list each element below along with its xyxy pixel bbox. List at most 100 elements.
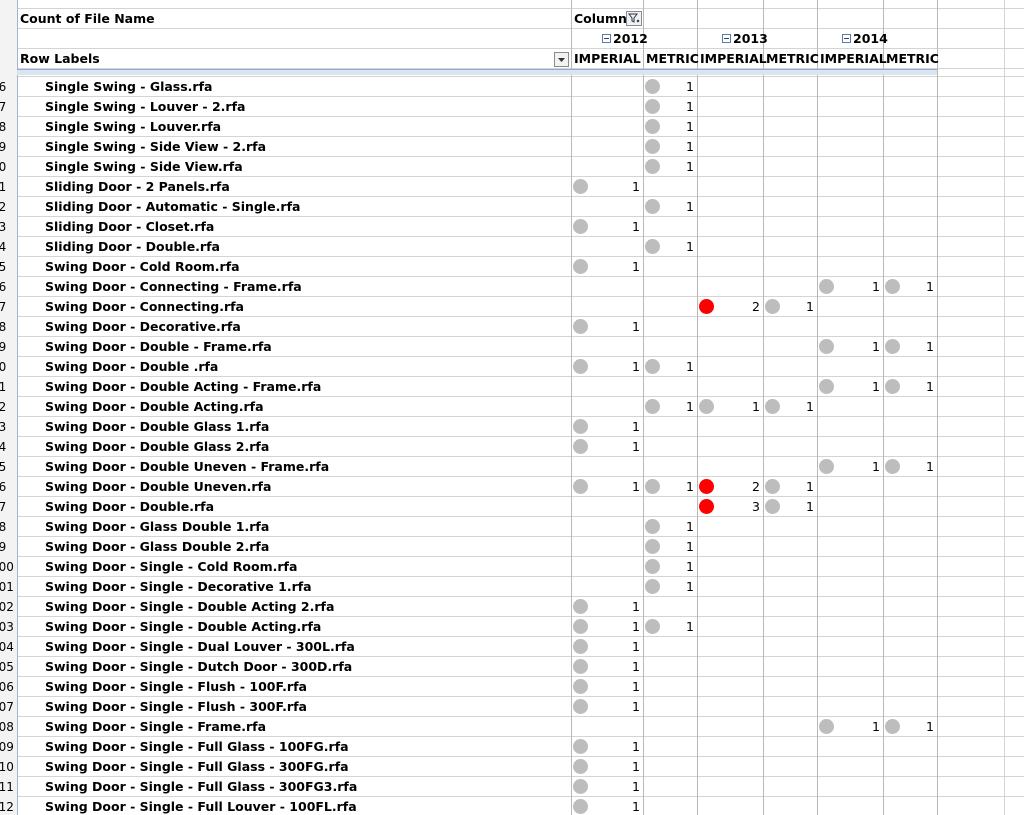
row-labels-dropdown[interactable] — [554, 52, 569, 67]
row-number[interactable]: 84 — [0, 237, 16, 257]
row-number[interactable]: 87 — [0, 297, 16, 317]
row-label[interactable]: Swing Door - Double - Frame.rfa — [45, 337, 272, 357]
row-label[interactable]: Sliding Door - Double.rfa — [45, 237, 220, 257]
row-number[interactable]: 100 — [0, 557, 16, 577]
count-cell[interactable]: 1 — [720, 397, 760, 417]
count-cell[interactable]: 1 — [840, 717, 880, 737]
row-label[interactable]: Swing Door - Single - Dutch Door - 300D.… — [45, 657, 352, 677]
row-number[interactable]: 97 — [0, 497, 16, 517]
row-number[interactable]: 94 — [0, 437, 16, 457]
row-number[interactable]: 83 — [0, 217, 16, 237]
count-cell[interactable]: 1 — [600, 697, 640, 717]
row-number[interactable]: 106 — [0, 677, 16, 697]
row-label[interactable]: Swing Door - Single - Cold Room.rfa — [45, 557, 297, 577]
row-label[interactable]: Swing Door - Single - Double Acting 2.rf… — [45, 597, 334, 617]
row-number[interactable]: 79 — [0, 137, 16, 157]
spreadsheet[interactable]: 3456767778798081828384858687888990919293… — [0, 0, 1024, 815]
count-cell[interactable]: 1 — [600, 757, 640, 777]
row-number[interactable]: 78 — [0, 117, 16, 137]
row-number[interactable]: 6 — [0, 49, 16, 69]
row-label[interactable]: Swing Door - Single - Full Glass - 300FG… — [45, 757, 349, 777]
count-cell[interactable]: 1 — [654, 137, 694, 157]
row-labels-header[interactable]: Row Labels — [20, 49, 100, 69]
row-number[interactable]: 76 — [0, 77, 16, 97]
count-cell[interactable]: 1 — [840, 457, 880, 477]
count-cell[interactable]: 1 — [840, 277, 880, 297]
count-cell[interactable]: 2 — [720, 297, 760, 317]
row-label[interactable]: Swing Door - Double.rfa — [45, 497, 214, 517]
count-cell[interactable]: 1 — [600, 217, 640, 237]
count-cell[interactable]: 1 — [600, 677, 640, 697]
row-number[interactable]: 101 — [0, 577, 16, 597]
count-cell[interactable]: 1 — [600, 477, 640, 497]
row-label[interactable]: Single Swing - Louver.rfa — [45, 117, 221, 137]
count-cell[interactable]: 1 — [600, 437, 640, 457]
row-number[interactable]: 82 — [0, 197, 16, 217]
count-cell[interactable]: 1 — [894, 377, 934, 397]
row-number[interactable]: 102 — [0, 597, 16, 617]
row-label[interactable]: Swing Door - Single - Flush - 300F.rfa — [45, 697, 307, 717]
count-cell[interactable]: 1 — [654, 97, 694, 117]
count-cell[interactable]: 1 — [894, 277, 934, 297]
count-cell[interactable]: 1 — [600, 257, 640, 277]
row-number[interactable]: 85 — [0, 257, 16, 277]
row-label[interactable]: Swing Door - Double .rfa — [45, 357, 218, 377]
pivot-value-field-label[interactable]: Count of File Name — [20, 9, 155, 29]
row-label[interactable]: Swing Door - Single - Full Louver - 100F… — [45, 797, 357, 815]
row-number[interactable]: 90 — [0, 357, 16, 377]
row-number[interactable]: 93 — [0, 417, 16, 437]
row-number[interactable]: 112 — [0, 797, 16, 815]
count-cell[interactable]: 1 — [774, 297, 814, 317]
row-number[interactable]: 110 — [0, 757, 16, 777]
collapse-2013-icon[interactable] — [722, 34, 731, 43]
count-cell[interactable]: 1 — [600, 637, 640, 657]
row-label[interactable]: Swing Door - Double Acting.rfa — [45, 397, 264, 417]
row-number[interactable]: 96 — [0, 477, 16, 497]
row-label[interactable]: Single Swing - Side View - 2.rfa — [45, 137, 266, 157]
count-cell[interactable]: 1 — [654, 197, 694, 217]
row-number[interactable]: 5 — [0, 29, 16, 49]
row-label[interactable]: Swing Door - Double Glass 1.rfa — [45, 417, 269, 437]
row-label[interactable]: Swing Door - Single - Decorative 1.rfa — [45, 577, 312, 597]
row-number[interactable]: 103 — [0, 617, 16, 637]
count-cell[interactable]: 1 — [654, 77, 694, 97]
column-labels-header[interactable]: Column — [574, 9, 627, 29]
count-cell[interactable]: 1 — [600, 777, 640, 797]
row-label[interactable]: Swing Door - Single - Double Acting.rfa — [45, 617, 321, 637]
row-number[interactable]: 3 — [0, 0, 16, 8]
row-number[interactable]: 99 — [0, 537, 16, 557]
count-cell[interactable]: 1 — [654, 157, 694, 177]
row-number[interactable]: 98 — [0, 517, 16, 537]
count-cell[interactable]: 1 — [654, 397, 694, 417]
row-label[interactable]: Swing Door - Double Glass 2.rfa — [45, 437, 269, 457]
count-cell[interactable]: 1 — [894, 337, 934, 357]
count-cell[interactable]: 1 — [840, 377, 880, 397]
row-number[interactable]: 104 — [0, 637, 16, 657]
count-cell[interactable]: 1 — [600, 597, 640, 617]
row-number[interactable]: 4 — [0, 9, 16, 29]
row-number[interactable]: 107 — [0, 697, 16, 717]
row-label[interactable]: Swing Door - Single - Full Glass - 100FG… — [45, 737, 349, 757]
row-label[interactable]: Swing Door - Glass Double 2.rfa — [45, 537, 269, 557]
row-number[interactable]: 81 — [0, 177, 16, 197]
row-number[interactable]: 111 — [0, 777, 16, 797]
count-cell[interactable]: 1 — [654, 537, 694, 557]
collapse-2014-icon[interactable] — [842, 34, 851, 43]
count-cell[interactable]: 3 — [720, 497, 760, 517]
count-cell[interactable]: 1 — [600, 357, 640, 377]
row-header-column[interactable]: 3456 767778798081828384858687888990919293… — [0, 0, 18, 815]
count-cell[interactable]: 1 — [600, 177, 640, 197]
count-cell[interactable]: 1 — [894, 457, 934, 477]
row-label[interactable]: Single Swing - Glass.rfa — [45, 77, 212, 97]
count-cell[interactable]: 1 — [654, 517, 694, 537]
row-label[interactable]: Swing Door - Single - Dual Louver - 300L… — [45, 637, 355, 657]
row-number[interactable]: 109 — [0, 737, 16, 757]
row-label[interactable]: Swing Door - Decorative.rfa — [45, 317, 241, 337]
count-cell[interactable]: 1 — [600, 797, 640, 815]
count-cell[interactable]: 1 — [654, 237, 694, 257]
row-label[interactable]: Swing Door - Single - Flush - 100F.rfa — [45, 677, 307, 697]
row-number[interactable]: 80 — [0, 157, 16, 177]
row-number[interactable]: 91 — [0, 377, 16, 397]
row-label[interactable]: Swing Door - Cold Room.rfa — [45, 257, 240, 277]
row-number[interactable]: 108 — [0, 717, 16, 737]
